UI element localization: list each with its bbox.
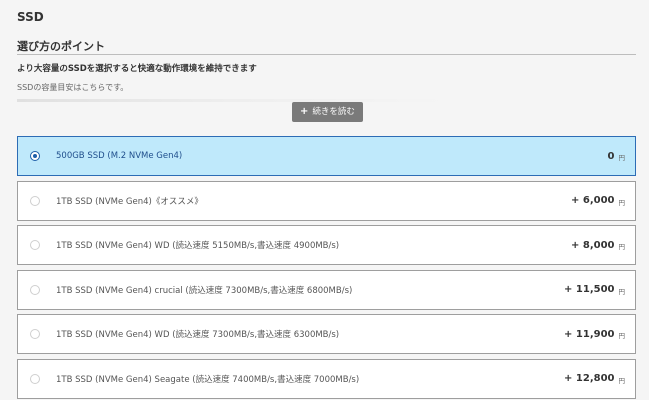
option-label: 1TB SSD (NVMe Gen4) Seagate (読込速度 7400MB… — [56, 374, 360, 385]
ssd-option-1tb-wd-7300[interactable]: 1TB SSD (NVMe Gen4) WD (読込速度 7300MB/s,書込… — [17, 314, 636, 354]
option-label: 500GB SSD (M.2 NVMe Gen4) — [56, 151, 183, 161]
ssd-option-1tb-seagate[interactable]: 1TB SSD (NVMe Gen4) Seagate (読込速度 7400MB… — [17, 358, 636, 399]
tips-lead-text: より大容量のSSDを選択すると快適な動作環境を維持できます — [17, 64, 257, 74]
option-price: 0 — [607, 150, 615, 162]
option-price-unit: 円 — [618, 287, 626, 296]
option-price-unit: 円 — [618, 332, 626, 340]
read-more-label: 続きを読む — [312, 107, 355, 117]
collapsed-content-fade — [17, 99, 447, 102]
radio-button[interactable] — [30, 373, 40, 384]
ssd-option-1tb-recommended[interactable]: 1TB SSD (NVMe Gen4)《オススメ》 + 6,000 円 — [17, 180, 636, 221]
read-more-button[interactable]: + 続きを読む — [292, 102, 363, 122]
option-price-unit: 円 — [618, 198, 626, 207]
radio-button[interactable] — [30, 195, 40, 206]
tips-heading: 選び方のポイント — [17, 40, 105, 53]
option-label: 1TB SSD (NVMe Gen4) WD (読込速度 5150MB/s,書込… — [56, 241, 340, 251]
option-label: 1TB SSD (NVMe Gen4)《オススメ》 — [56, 196, 203, 207]
radio-button[interactable] — [30, 240, 40, 250]
option-label: 1TB SSD (NVMe Gen4) crucial (読込速度 7300MB… — [56, 285, 353, 296]
radio-button[interactable] — [30, 151, 40, 161]
option-label: 1TB SSD (NVMe Gen4) WD (読込速度 7300MB/s,書込… — [56, 330, 340, 340]
section-title: SSD — [17, 10, 44, 24]
ssd-option-500gb-gen4[interactable]: 500GB SSD (M.2 NVMe Gen4) 0 円 — [17, 136, 636, 176]
divider — [17, 54, 636, 55]
option-price-unit: 円 — [618, 376, 626, 385]
ssd-option-list: 500GB SSD (M.2 NVMe Gen4) 0 円 1TB SSD (N… — [17, 136, 636, 400]
option-price-unit: 円 — [618, 154, 626, 162]
option-price: + 8,000 — [571, 239, 615, 251]
option-price: + 6,000 — [571, 195, 615, 206]
radio-button[interactable] — [30, 284, 40, 295]
ssd-option-page: SSD 選び方のポイント より大容量のSSDを選択すると快適な動作環境を維持でき… — [0, 0, 649, 400]
ssd-option-1tb-crucial[interactable]: 1TB SSD (NVMe Gen4) crucial (読込速度 7300MB… — [17, 269, 636, 310]
plus-icon: + — [300, 106, 309, 117]
option-price: + 11,900 — [564, 328, 615, 340]
option-price: + 12,800 — [564, 373, 615, 384]
ssd-option-1tb-wd-5150[interactable]: 1TB SSD (NVMe Gen4) WD (読込速度 5150MB/s,書込… — [17, 225, 636, 265]
tips-note-text: SSDの容量目安はこちらです。 — [17, 83, 129, 92]
radio-button[interactable] — [30, 329, 40, 339]
option-price-unit: 円 — [618, 243, 626, 251]
option-price: + 11,500 — [564, 284, 615, 295]
